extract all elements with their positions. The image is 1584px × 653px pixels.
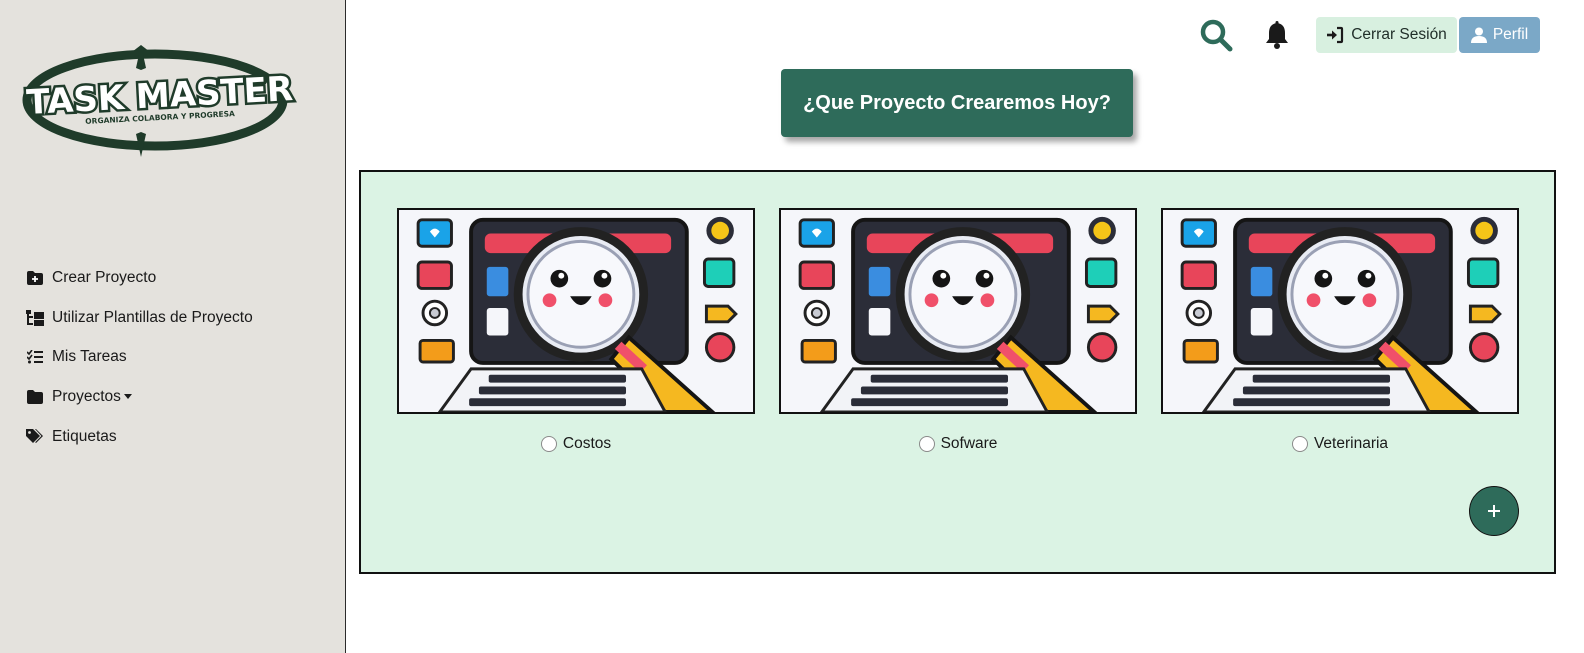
sidebar-item-etiquetas[interactable]: Etiquetas xyxy=(26,417,253,457)
sidebar-item-label: Mis Tareas xyxy=(52,348,127,366)
user-icon xyxy=(1470,27,1487,43)
project-thumbnail[interactable] xyxy=(397,208,755,414)
bell-icon[interactable] xyxy=(1264,21,1290,49)
sidebar-item-proyectos[interactable]: Proyectos xyxy=(26,377,253,417)
logout-label: Cerrar Sesión xyxy=(1351,26,1447,43)
project-card[interactable]: Costos xyxy=(397,208,755,453)
search-icon[interactable] xyxy=(1198,17,1234,53)
sidebar-item-label: Utilizar Plantillas de Proyecto xyxy=(52,308,253,326)
sidebar-item-label: Crear Proyecto xyxy=(52,268,157,286)
project-radio[interactable] xyxy=(918,436,935,452)
sidebar-item-mis-tareas[interactable]: Mis Tareas xyxy=(26,337,253,377)
sidebar-item-plantillas[interactable]: Utilizar Plantillas de Proyecto xyxy=(26,298,253,338)
project-thumbnail[interactable] xyxy=(1161,208,1519,414)
folder-icon xyxy=(26,388,44,406)
folder-tree-icon xyxy=(26,309,44,327)
project-card[interactable]: Veterinaria xyxy=(1161,208,1519,453)
folder-plus-icon xyxy=(26,269,44,287)
chevron-down-icon xyxy=(123,394,132,400)
project-radio[interactable] xyxy=(1291,436,1308,452)
project-name: Sofware xyxy=(940,435,998,452)
plus-icon xyxy=(1488,505,1500,517)
sidebar-nav: Crear Proyecto Utilizar Plantillas de Pr… xyxy=(26,258,253,456)
sidebar-item-crear-proyecto[interactable]: Crear Proyecto xyxy=(26,258,253,298)
sidebar-item-label: Proyectos xyxy=(52,387,121,405)
profile-button[interactable]: Perfil xyxy=(1459,17,1540,53)
sidebar-item-label: Etiquetas xyxy=(52,427,117,445)
project-name: Costos xyxy=(562,435,612,452)
create-project-prompt-button[interactable]: ¿Que Proyecto Crearemos Hoy? xyxy=(781,69,1133,137)
project-thumbnail[interactable] xyxy=(779,208,1137,414)
project-card[interactable]: Sofware xyxy=(779,208,1137,453)
add-project-button[interactable] xyxy=(1469,486,1519,536)
logout-button[interactable]: Cerrar Sesión xyxy=(1316,17,1457,53)
project-name: Veterinaria xyxy=(1313,435,1389,452)
task-master-logo[interactable]: TASK MASTER ORGANIZA COLABORA Y PROGRESA xyxy=(20,40,302,162)
project-radio[interactable] xyxy=(540,436,557,452)
profile-label: Perfil xyxy=(1492,26,1529,43)
sidebar: TASK MASTER ORGANIZA COLABORA Y PROGRESA… xyxy=(0,0,346,653)
list-check-icon xyxy=(26,348,44,366)
tags-icon xyxy=(26,428,44,446)
projects-panel: Costos Sofware Veterinaria xyxy=(359,170,1556,574)
sign-in-icon xyxy=(1326,26,1344,44)
